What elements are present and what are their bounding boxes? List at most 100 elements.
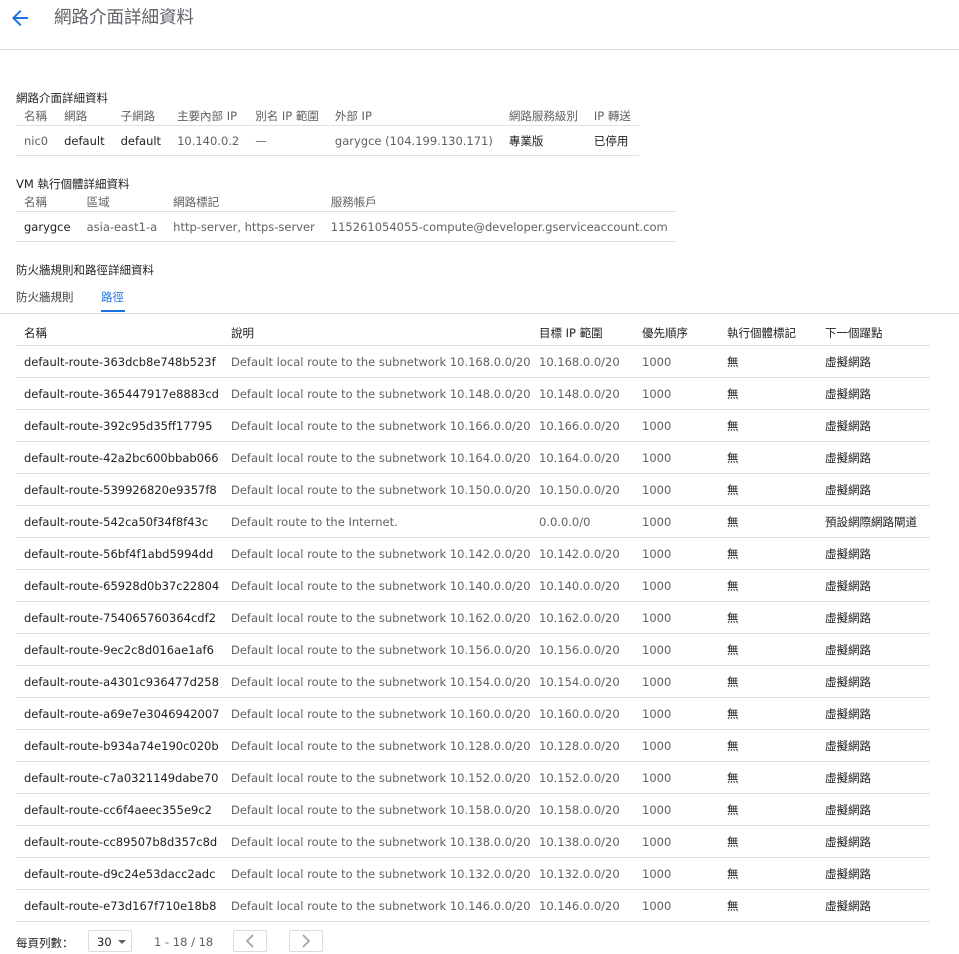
- nic-section-title: 網路介面詳細資料: [16, 91, 108, 105]
- nic-col-internal-ip: 主要內部 IP: [169, 106, 248, 126]
- route-next-hop: 虛擬網路: [817, 761, 930, 794]
- back-button[interactable]: [8, 6, 32, 30]
- route-dest-range: 0.0.0.0/0: [531, 505, 634, 538]
- route-next-hop: 虛擬網路: [817, 537, 930, 570]
- route-name: default-route-392c95d35ff17795: [16, 409, 223, 442]
- route-description: Default local route to the subnetwork 10…: [223, 697, 531, 730]
- route-dest-range: 10.156.0.0/20: [531, 633, 634, 666]
- route-instance-tags: 無: [719, 793, 817, 826]
- route-name: default-route-9ec2c8d016ae1af6: [16, 633, 223, 666]
- tab-firewall-rules[interactable]: 防火牆規則: [16, 289, 74, 305]
- route-description: Default local route to the subnetwork 10…: [223, 761, 531, 794]
- table-row: default-route-cc6f4aeec355e9c2 Default lo…: [16, 793, 930, 826]
- route-next-hop: 虛擬網路: [817, 825, 930, 858]
- route-priority: 1000: [634, 441, 719, 474]
- route-instance-tags: 無: [719, 537, 817, 570]
- vm-col-service-account: 服務帳戶: [322, 192, 676, 212]
- route-instance-tags: 無: [719, 409, 817, 442]
- route-description: Default local route to the subnetwork 10…: [223, 473, 531, 506]
- next-page-button[interactable]: [289, 930, 323, 952]
- table-row: default-route-365447917e8883cd Default lo…: [16, 377, 930, 410]
- route-next-hop: 虛擬網路: [817, 409, 930, 442]
- vm-col-name: 名稱: [16, 192, 79, 212]
- nic-col-tier: 網路服務級別: [500, 106, 586, 126]
- route-priority: 1000: [634, 729, 719, 762]
- table-row: default-route-56bf4f1abd5994dd Default lo…: [16, 537, 930, 570]
- nic-row: nic0 default default 10.140.0.2 — garygc…: [16, 125, 639, 156]
- triangle-down-icon: [118, 940, 126, 944]
- nic-internal-ip: 10.140.0.2: [169, 125, 248, 156]
- route-dest-range: 10.168.0.0/20: [531, 345, 634, 378]
- route-dest-range: 10.140.0.0/20: [531, 569, 634, 602]
- route-next-hop: 虛擬網路: [817, 889, 930, 922]
- tabs-divider: [0, 313, 959, 314]
- route-priority: 1000: [634, 569, 719, 602]
- routes-col-next-hop[interactable]: 下一個躍點: [817, 320, 930, 346]
- route-priority: 1000: [634, 697, 719, 730]
- route-dest-range: 10.148.0.0/20: [531, 377, 634, 410]
- rows-per-page-select[interactable]: 30: [88, 930, 132, 952]
- nic-name: nic0: [16, 125, 57, 156]
- route-dest-range: 10.128.0.0/20: [531, 729, 634, 762]
- route-dest-range: 10.146.0.0/20: [531, 889, 634, 922]
- route-description: Default local route to the subnetwork 10…: [223, 377, 531, 410]
- vm-section-title: VM 執行個體詳細資料: [16, 177, 130, 191]
- top-bar: 網路介面詳細資料: [0, 0, 959, 50]
- pagination: 每頁列數： 30 1 - 18 / 18: [16, 930, 346, 954]
- fw-section-title: 防火牆規則和路徑詳細資料: [16, 263, 154, 277]
- route-instance-tags: 無: [719, 377, 817, 410]
- active-tab-indicator: [101, 310, 125, 312]
- routes-header-row: 名稱 說明 目標 IP 範圍 優先順序 執行個體標記 下一個躍點: [16, 320, 930, 346]
- route-priority: 1000: [634, 345, 719, 378]
- route-instance-tags: 無: [719, 665, 817, 698]
- route-description: Default local route to the subnetwork 10…: [223, 857, 531, 890]
- route-description: Default local route to the subnetwork 10…: [223, 345, 531, 378]
- route-instance-tags: 無: [719, 761, 817, 794]
- nic-col-subnet: 子網路: [112, 106, 170, 126]
- chevron-right-icon: [302, 934, 311, 948]
- route-name: default-route-65928d0b37c22804: [16, 569, 223, 602]
- route-instance-tags: 無: [719, 505, 817, 538]
- route-description: Default local route to the subnetwork 10…: [223, 441, 531, 474]
- vm-col-zone: 區域: [78, 192, 166, 212]
- routes-col-name[interactable]: 名稱: [16, 320, 223, 346]
- route-priority: 1000: [634, 601, 719, 634]
- route-description: Default local route to the subnetwork 10…: [223, 825, 531, 858]
- nic-col-external-ip: 外部 IP: [326, 106, 501, 126]
- route-dest-range: 10.138.0.0/20: [531, 825, 634, 858]
- table-row: default-route-542ca50f34f8f43c Default ro…: [16, 505, 930, 538]
- tab-routes[interactable]: 路徑: [101, 289, 124, 305]
- route-instance-tags: 無: [719, 857, 817, 890]
- table-row: default-route-42a2bc600bbab066 Default lo…: [16, 441, 930, 474]
- route-dest-range: 10.152.0.0/20: [531, 761, 634, 794]
- nic-col-network: 網路: [56, 106, 113, 126]
- route-name: default-route-365447917e8883cd: [16, 377, 223, 410]
- routes-col-priority[interactable]: 優先順序: [634, 320, 719, 346]
- route-next-hop: 虛擬網路: [817, 473, 930, 506]
- previous-page-button[interactable]: [233, 930, 267, 952]
- route-instance-tags: 無: [719, 697, 817, 730]
- table-row: default-route-363dcb8e748b523f Default lo…: [16, 345, 930, 378]
- routes-col-instance-tags[interactable]: 執行個體標記: [719, 320, 817, 346]
- route-next-hop: 預設網際網路閘道: [817, 505, 930, 538]
- route-instance-tags: 無: [719, 569, 817, 602]
- route-description: Default local route to the subnetwork 10…: [223, 569, 531, 602]
- table-row: default-route-e73d167f710e18b8 Default lo…: [16, 889, 930, 922]
- nic-col-ip-forward: IP 轉送: [585, 106, 639, 126]
- route-dest-range: 10.158.0.0/20: [531, 793, 634, 826]
- route-next-hop: 虛擬網路: [817, 633, 930, 666]
- route-priority: 1000: [634, 825, 719, 858]
- route-instance-tags: 無: [719, 729, 817, 762]
- page-range: 1 - 18 / 18: [154, 935, 214, 949]
- nic-header-row: 名稱 網路 子網路 主要內部 IP 別名 IP 範圍 外部 IP 網路服務級別 …: [16, 106, 639, 126]
- routes-col-description[interactable]: 說明: [223, 320, 531, 346]
- route-dest-range: 10.132.0.0/20: [531, 857, 634, 890]
- routes-col-dest-range[interactable]: 目標 IP 範圍: [531, 320, 634, 346]
- route-description: Default local route to the subnetwork 10…: [223, 601, 531, 634]
- route-dest-range: 10.166.0.0/20: [531, 409, 634, 442]
- route-description: Default local route to the subnetwork 10…: [223, 409, 531, 442]
- route-next-hop: 虛擬網路: [817, 441, 930, 474]
- route-description: Default local route to the subnetwork 10…: [223, 633, 531, 666]
- route-priority: 1000: [634, 377, 719, 410]
- route-priority: 1000: [634, 857, 719, 890]
